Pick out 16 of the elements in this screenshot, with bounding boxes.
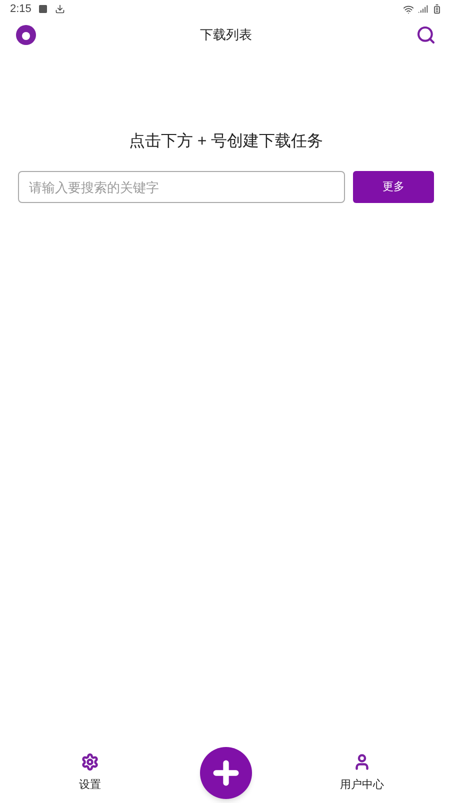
hint-text: 点击下方 + 号创建下载任务 xyxy=(128,132,324,152)
more-button[interactable]: 更多 xyxy=(353,171,434,203)
settings-tab[interactable]: 设置 xyxy=(60,752,120,794)
download-icon xyxy=(55,4,66,14)
wifi-icon xyxy=(403,4,414,14)
add-button[interactable] xyxy=(200,747,252,799)
gear-icon xyxy=(81,752,99,771)
signal-icon xyxy=(418,4,428,14)
search-field[interactable]: 请输入要搜索的关键字 xyxy=(18,171,345,203)
user-icon xyxy=(353,752,371,771)
battery-icon xyxy=(432,4,442,14)
page-title: 下载列表 xyxy=(200,26,252,44)
profile-button[interactable] xyxy=(16,25,36,45)
status-time: 2:15 xyxy=(10,2,32,17)
user-center-tab[interactable]: 用户中心 xyxy=(332,752,392,794)
search-button[interactable] xyxy=(416,25,436,45)
